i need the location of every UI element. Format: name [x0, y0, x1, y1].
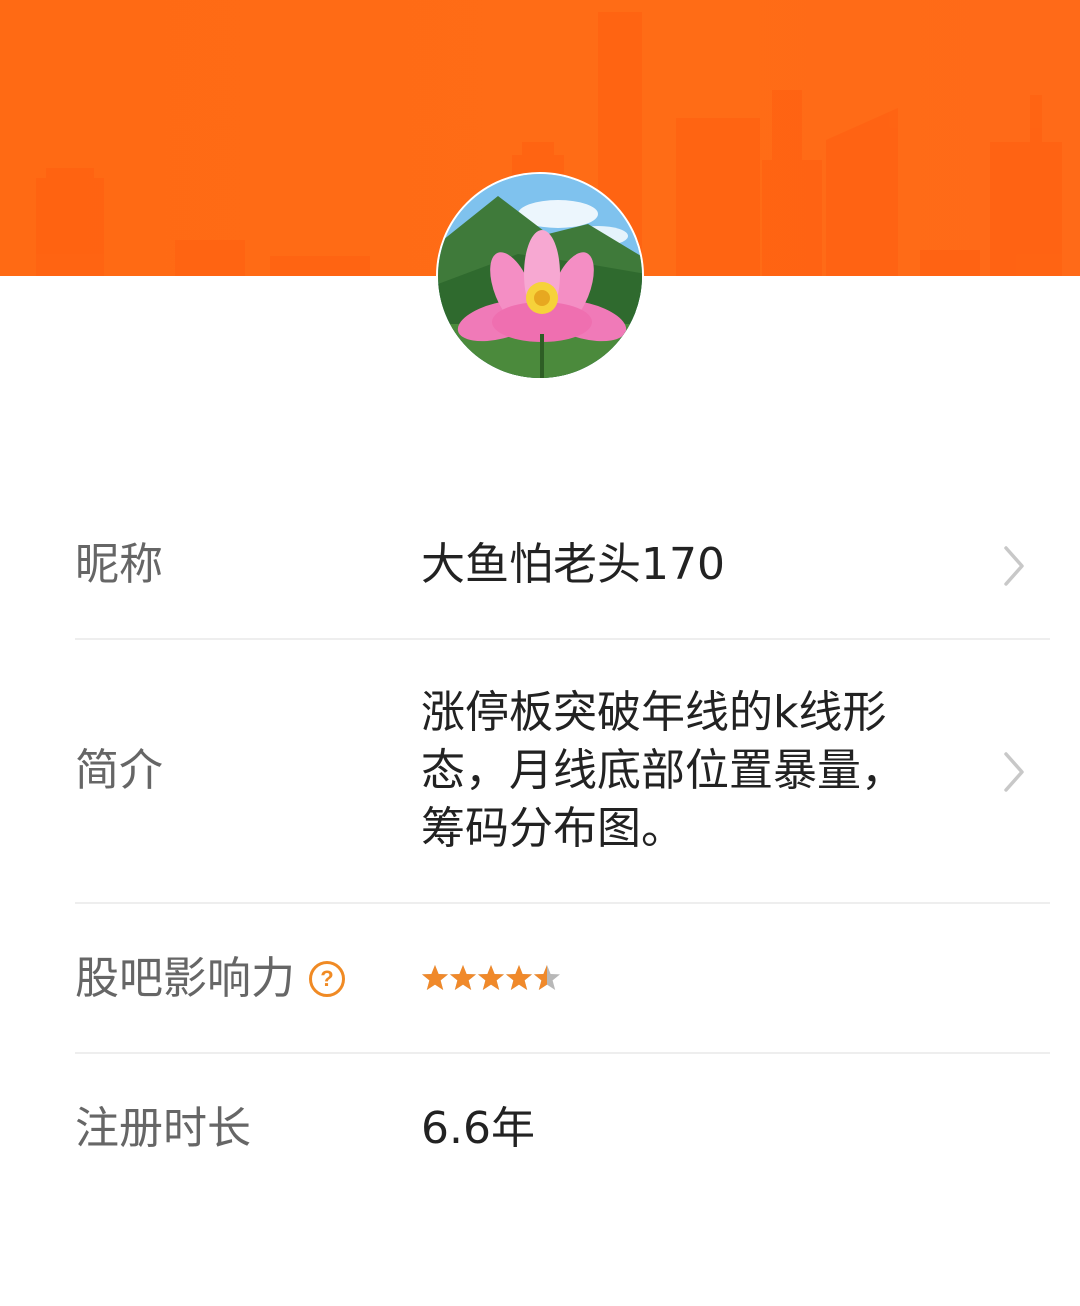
star-icon: [478, 965, 504, 990]
star-icon: [450, 965, 476, 990]
chevron-right-icon[interactable]: [998, 750, 1028, 794]
intro-line: 涨停板突破年线的k线形: [421, 687, 887, 738]
influence-label-group: 股吧影响力 ?: [75, 952, 345, 1006]
question-circle-icon[interactable]: ?: [309, 961, 345, 997]
nickname-label: 昵称: [75, 539, 163, 590]
intro-row[interactable]: 简介 涨停板突破年线的k线形 态，月线底部位置暴量， 筹码分布图。: [75, 640, 1050, 904]
influence-label: 股吧影响力: [75, 953, 295, 1004]
lotus-photo: [438, 174, 642, 378]
chevron-right-icon[interactable]: [998, 544, 1028, 588]
intro-value: 涨停板突破年线的k线形 态，月线底部位置暴量， 筹码分布图。: [421, 684, 941, 858]
user-avatar[interactable]: [436, 172, 644, 380]
influence-row: 股吧影响力 ?: [75, 904, 1050, 1054]
intro-line: 筹码分布图。: [421, 803, 685, 854]
register-label: 注册时长: [75, 1103, 251, 1154]
register-row: 注册时长 6.6年: [75, 1054, 1050, 1204]
star-icon: [506, 965, 532, 990]
intro-line: 态，月线底部位置暴量，: [421, 745, 905, 796]
influence-stars: [421, 956, 561, 1000]
star-icon: [422, 965, 448, 990]
intro-label: 简介: [75, 745, 163, 796]
star-icon: [534, 965, 560, 990]
nickname-row[interactable]: 昵称 大鱼怕老头170: [75, 496, 1050, 640]
nickname-value: 大鱼怕老头170: [421, 539, 725, 590]
register-value: 6.6年: [421, 1103, 535, 1154]
